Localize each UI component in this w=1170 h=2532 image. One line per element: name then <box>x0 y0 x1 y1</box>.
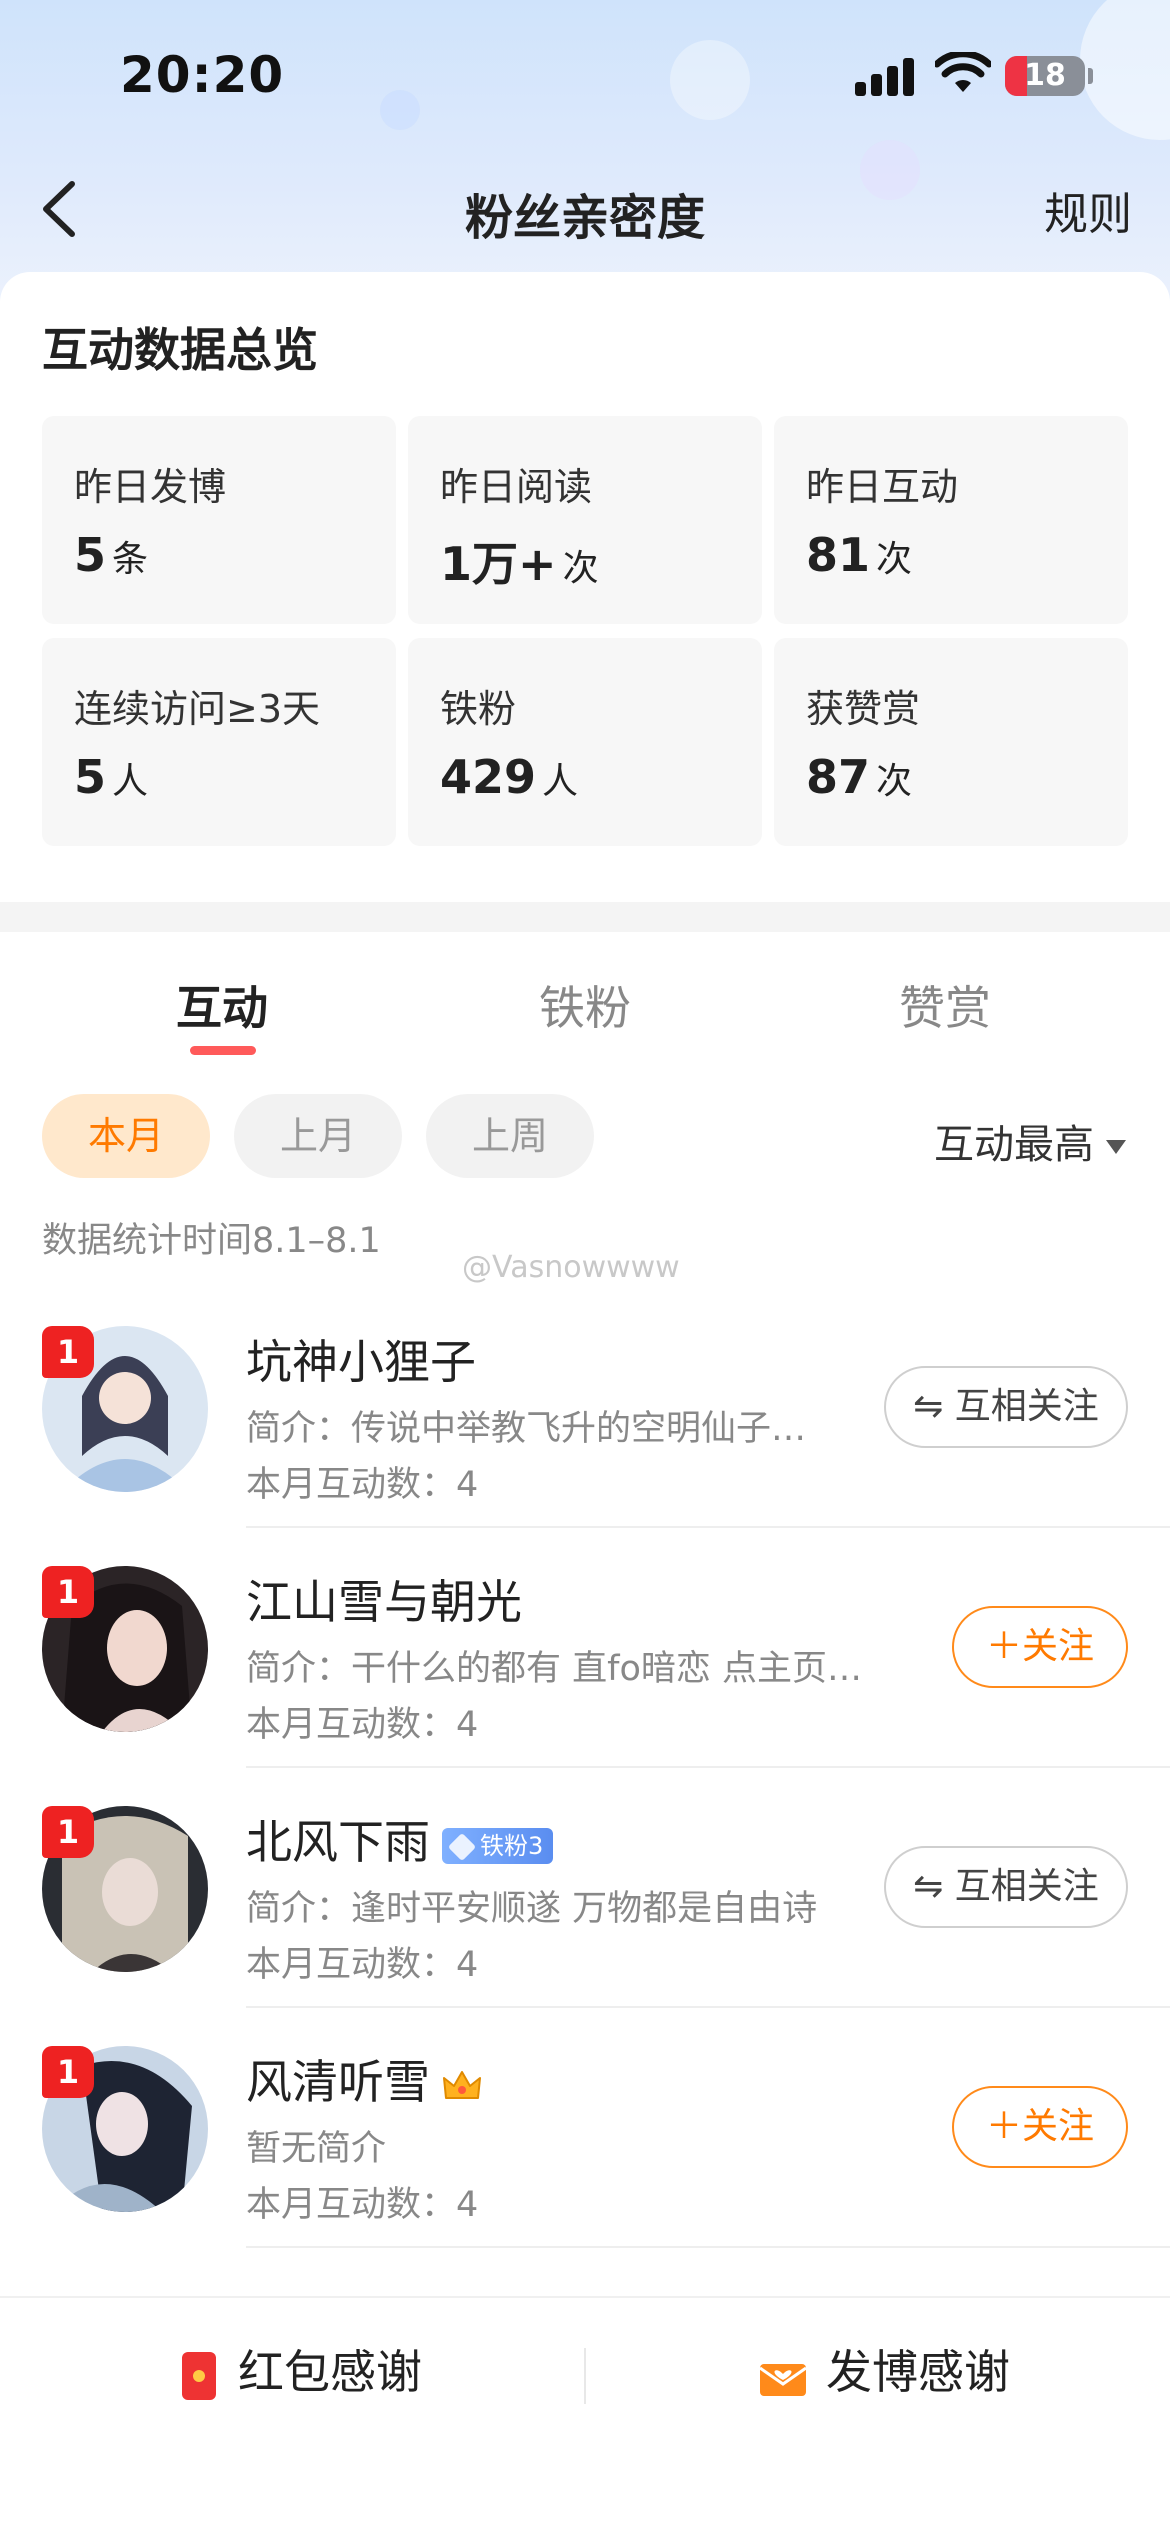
stat-label: 铁粉 <box>440 687 517 731</box>
stat-unit: 次 <box>876 539 913 580</box>
list-item[interactable]: 1 江山雪与朝光 简介：干什么的都有 直fo暗恋 点主页… 本月互动数：4 ＋关… <box>0 1566 1170 1806</box>
red-packet-thanks-button[interactable]: 红包感谢 <box>182 2336 422 2402</box>
rank-badge: 1 <box>42 1806 94 1858</box>
red-packet-icon <box>182 2351 216 2400</box>
user-name-row[interactable]: 北风下雨 铁粉3 <box>246 1806 554 1872</box>
user-name[interactable]: 坑神小狸子 <box>246 1326 476 1392</box>
crown-icon <box>443 2070 481 2099</box>
page-title: 粉丝亲密度 <box>464 190 705 246</box>
tab-rewards[interactable]: 赞赏 <box>750 972 1140 1038</box>
interaction-count: 本月互动数：4 <box>246 1945 479 1985</box>
user-name[interactable]: 江山雪与朝光 <box>246 1566 522 1632</box>
divider <box>246 1766 1170 1768</box>
stat-label: 昨日发博 <box>74 465 227 509</box>
filter-last-month[interactable]: 上月 <box>234 1094 402 1178</box>
overview-card: 互动数据总览 昨日发博 5条 昨日阅读 1万+ 次 昨日互动 81 次 连续访问≥3… <box>0 272 1170 902</box>
divider <box>246 2246 1170 2248</box>
diamond-icon <box>447 1832 477 1861</box>
envelope-heart-icon <box>759 2363 807 2396</box>
stat-cell[interactable]: 铁粉 429 人 <box>408 638 762 846</box>
stat-value: 429 <box>440 750 537 804</box>
rules-link[interactable]: 规则 <box>1044 178 1132 242</box>
active-tab-indicator <box>190 1046 256 1055</box>
user-bio: 简介：逢时平安顺遂 万物都是自由诗 <box>246 1889 818 1929</box>
user-bio: 简介：传说中举教飞升的空明仙子… <box>246 1409 807 1449</box>
stat-time-range: 数据统计时间8.1–8.1 <box>42 1221 381 1261</box>
stat-cell[interactable]: 昨日阅读 1万+ 次 <box>408 416 762 624</box>
stat-unit: 人 <box>112 761 149 802</box>
wifi-icon <box>935 52 991 92</box>
user-bio: 简介：干什么的都有 直fo暗恋 点主页… <box>246 1649 862 1689</box>
status-time: 20:20 <box>120 46 285 104</box>
follow-button[interactable]: ＋关注 <box>952 1606 1128 1688</box>
stat-value: 5 <box>74 750 107 804</box>
interaction-count: 本月互动数：4 <box>246 1465 479 1505</box>
stat-unit: 次 <box>876 761 913 802</box>
stat-cell[interactable]: 获赞赏 87 次 <box>774 638 1128 846</box>
nav-bar: 粉丝亲密度 规则 <box>0 150 1170 270</box>
dropdown-triangle-icon <box>1106 1140 1126 1154</box>
overview-title: 互动数据总览 <box>42 323 318 377</box>
stat-cell[interactable]: 昨日互动 81 次 <box>774 416 1128 624</box>
user-name: 北风下雨 <box>246 1815 430 1869</box>
stat-label: 连续访问≥3天 <box>74 687 321 731</box>
stat-value: 81 <box>806 528 871 582</box>
stat-label: 昨日互动 <box>806 465 959 509</box>
iron-fan-badge: 铁粉3 <box>442 1827 554 1864</box>
post-thanks-button[interactable]: 发博感谢 <box>758 2336 1010 2402</box>
stat-unit: 人 <box>542 761 579 802</box>
tab-iron-fans[interactable]: 铁粉 <box>390 972 780 1038</box>
interaction-count: 本月互动数：4 <box>246 2185 479 2225</box>
rank-badge: 1 <box>42 2046 94 2098</box>
battery-level: 18 <box>1024 58 1066 93</box>
rank-badge: 1 <box>42 1566 94 1618</box>
follow-button[interactable]: ＋关注 <box>952 2086 1128 2168</box>
list-item[interactable]: 1 北风下雨 铁粉3 简介：逢时平安顺遂 万物都是自由诗 本月互动数：4 ⇋ 互相… <box>0 1806 1170 2046</box>
stat-value: 1万+ <box>440 537 557 591</box>
bottom-action-bar: 红包感谢 发博感谢 <box>0 2296 1170 2532</box>
stat-unit: 次 <box>562 548 599 589</box>
status-bar: 20:20 18 <box>0 0 1170 150</box>
tab-bar: 互动 铁粉 赞赏 <box>0 972 1170 1062</box>
section-separator <box>0 902 1170 932</box>
watermark: @Vasnowwww <box>462 1250 680 1285</box>
stat-value: 87 <box>806 750 871 804</box>
rank-badge: 1 <box>42 1326 94 1378</box>
mutual-follow-button[interactable]: ⇋ 互相关注 <box>884 1846 1128 1928</box>
list-item[interactable]: 1 坑神小狸子 简介：传说中举教飞升的空明仙子… 本月互动数：4 ⇋ 互相关注 <box>0 1326 1170 1566</box>
cellular-signal-icon <box>855 56 915 96</box>
filter-this-month[interactable]: 本月 <box>42 1094 210 1178</box>
stat-cell[interactable]: 连续访问≥3天 5人 <box>42 638 396 846</box>
divider <box>246 1526 1170 1528</box>
post-thanks-label: 发博感谢 <box>826 2345 1010 2399</box>
list-item[interactable]: 1 风清听雪 暂无简介 本月互动数：4 ＋关注 <box>0 2046 1170 2286</box>
user-name-row[interactable]: 风清听雪 <box>246 2046 482 2112</box>
sort-label: 互动最高 <box>934 1122 1094 1168</box>
stat-label: 获赞赏 <box>806 687 921 731</box>
mutual-follow-button[interactable]: ⇋ 互相关注 <box>884 1366 1128 1448</box>
red-packet-thanks-label: 红包感谢 <box>238 2345 422 2399</box>
stat-label: 昨日阅读 <box>440 465 593 509</box>
sort-dropdown[interactable]: 互动最高 <box>934 1112 1126 1170</box>
interaction-count: 本月互动数：4 <box>246 1705 479 1745</box>
iron-fan-badge-label: 铁粉3 <box>480 1831 544 1860</box>
stat-unit: 条 <box>112 539 149 580</box>
tab-interaction[interactable]: 互动 <box>27 972 417 1038</box>
bottom-divider <box>584 2348 586 2404</box>
stat-cell[interactable]: 昨日发博 5条 <box>42 416 396 624</box>
divider <box>246 2006 1170 2008</box>
filter-last-week[interactable]: 上周 <box>426 1094 594 1178</box>
stat-value: 5 <box>74 528 107 582</box>
user-bio: 暂无简介 <box>246 2129 387 2169</box>
battery-icon: 18 <box>1005 56 1085 96</box>
user-name: 风清听雪 <box>246 2055 430 2109</box>
